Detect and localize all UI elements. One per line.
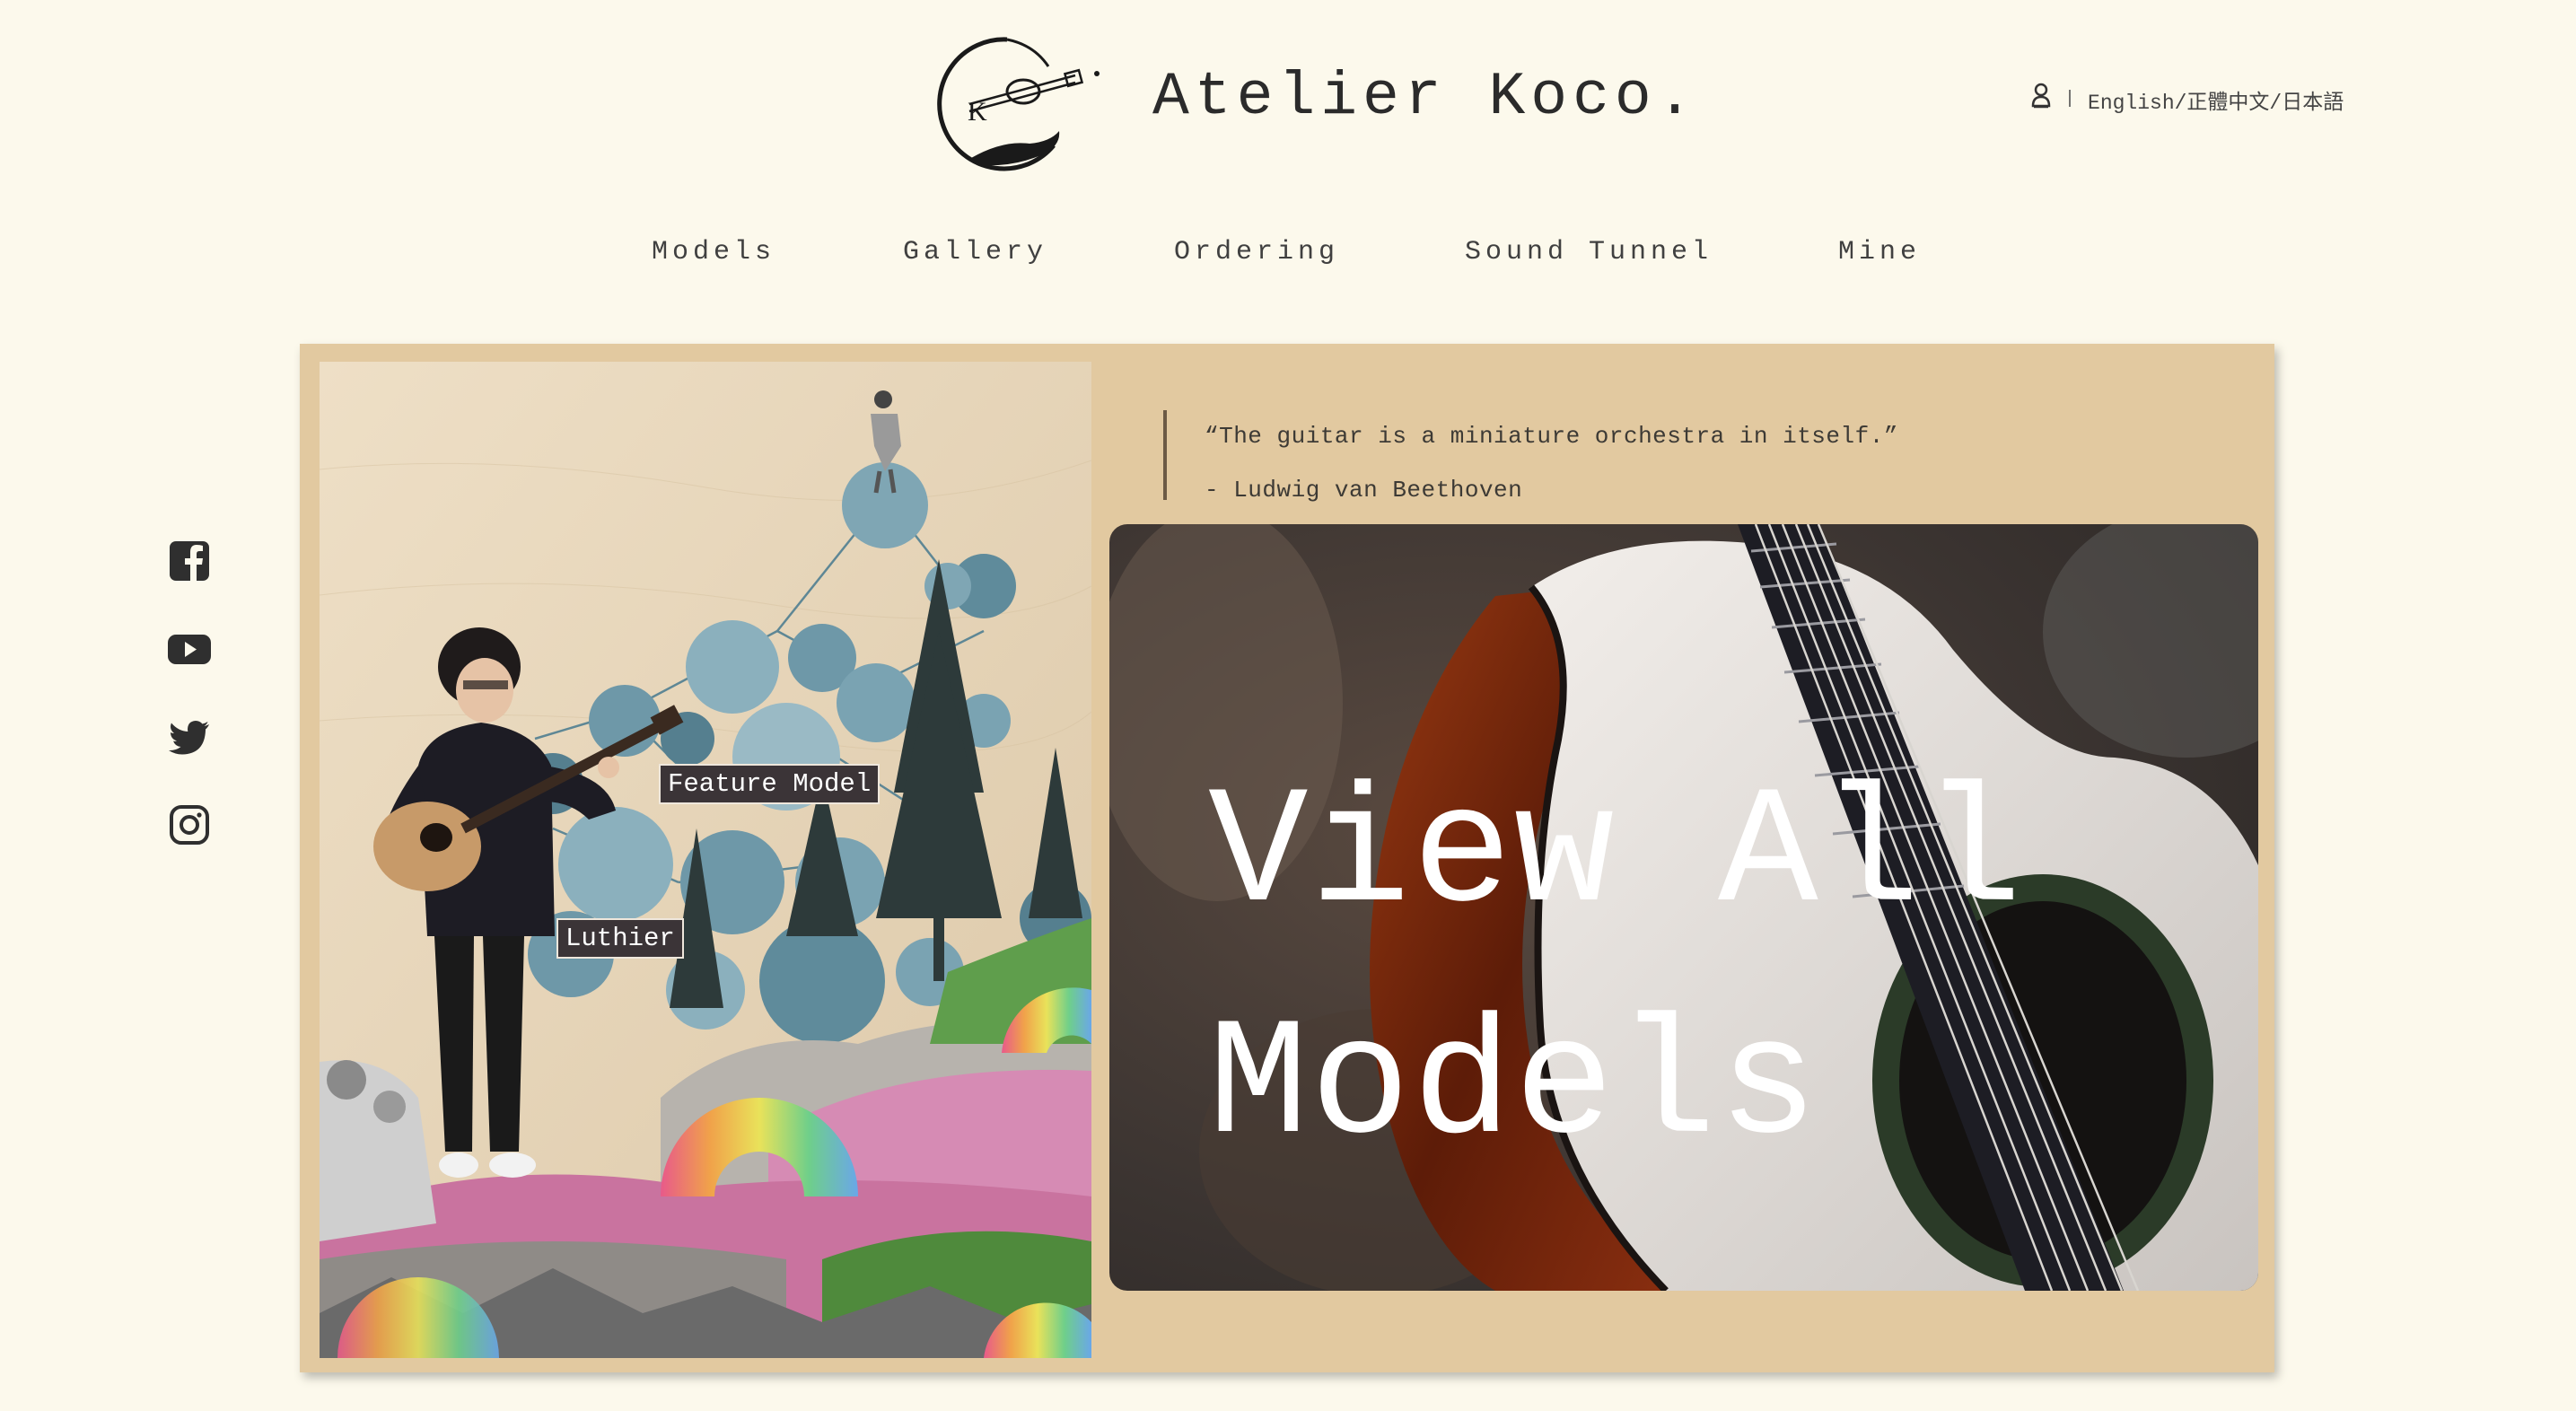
nav-mine[interactable]: Mine <box>1838 237 1921 267</box>
nav-ordering[interactable]: Ordering <box>1174 237 1339 267</box>
facebook-icon[interactable] <box>167 539 212 583</box>
nav-gallery[interactable]: Gallery <box>903 237 1047 267</box>
language-switcher[interactable]: English/正體中文/日本語 <box>2088 84 2344 115</box>
hero-title-line1: View All <box>1208 760 2024 950</box>
guitar-circle-logo-icon: K <box>937 37 1100 171</box>
luthier-tag[interactable]: Luthier <box>556 918 684 959</box>
svg-text:K: K <box>968 97 987 127</box>
utility-separator: | <box>2064 89 2076 110</box>
main-nav: Models Gallery Ordering Sound Tunnel Min… <box>0 237 2576 273</box>
hero-title-line2: Models <box>1208 992 1820 1181</box>
twitter-icon[interactable] <box>167 714 212 759</box>
feature-panel: Feature Model Luthier “The guitar is a m… <box>300 344 2274 1372</box>
brand-title[interactable]: Atelier Koco. <box>1152 63 1699 132</box>
hero-title: View All Models <box>1208 740 2249 1203</box>
quote-text: “The guitar is a miniature orchestra in … <box>1205 423 1898 450</box>
feature-collage-image[interactable]: Feature Model Luthier <box>320 362 1091 1358</box>
quote-author: - Ludwig van Beethoven <box>1205 477 1523 504</box>
user-icon[interactable] <box>2030 83 2052 116</box>
nav-sound-tunnel[interactable]: Sound Tunnel <box>1465 237 1713 267</box>
quote-block: “The guitar is a miniature orchestra in … <box>1163 410 1898 504</box>
utility-bar: | English/正體中文/日本語 <box>2030 83 2344 116</box>
youtube-icon[interactable] <box>167 627 212 671</box>
feature-model-tag[interactable]: Feature Model <box>659 764 881 804</box>
site-logo[interactable]: K <box>917 31 1106 174</box>
instagram-icon[interactable] <box>167 802 212 847</box>
nav-models[interactable]: Models <box>652 237 775 267</box>
view-all-models-banner[interactable]: View All Models <box>1109 524 2258 1291</box>
